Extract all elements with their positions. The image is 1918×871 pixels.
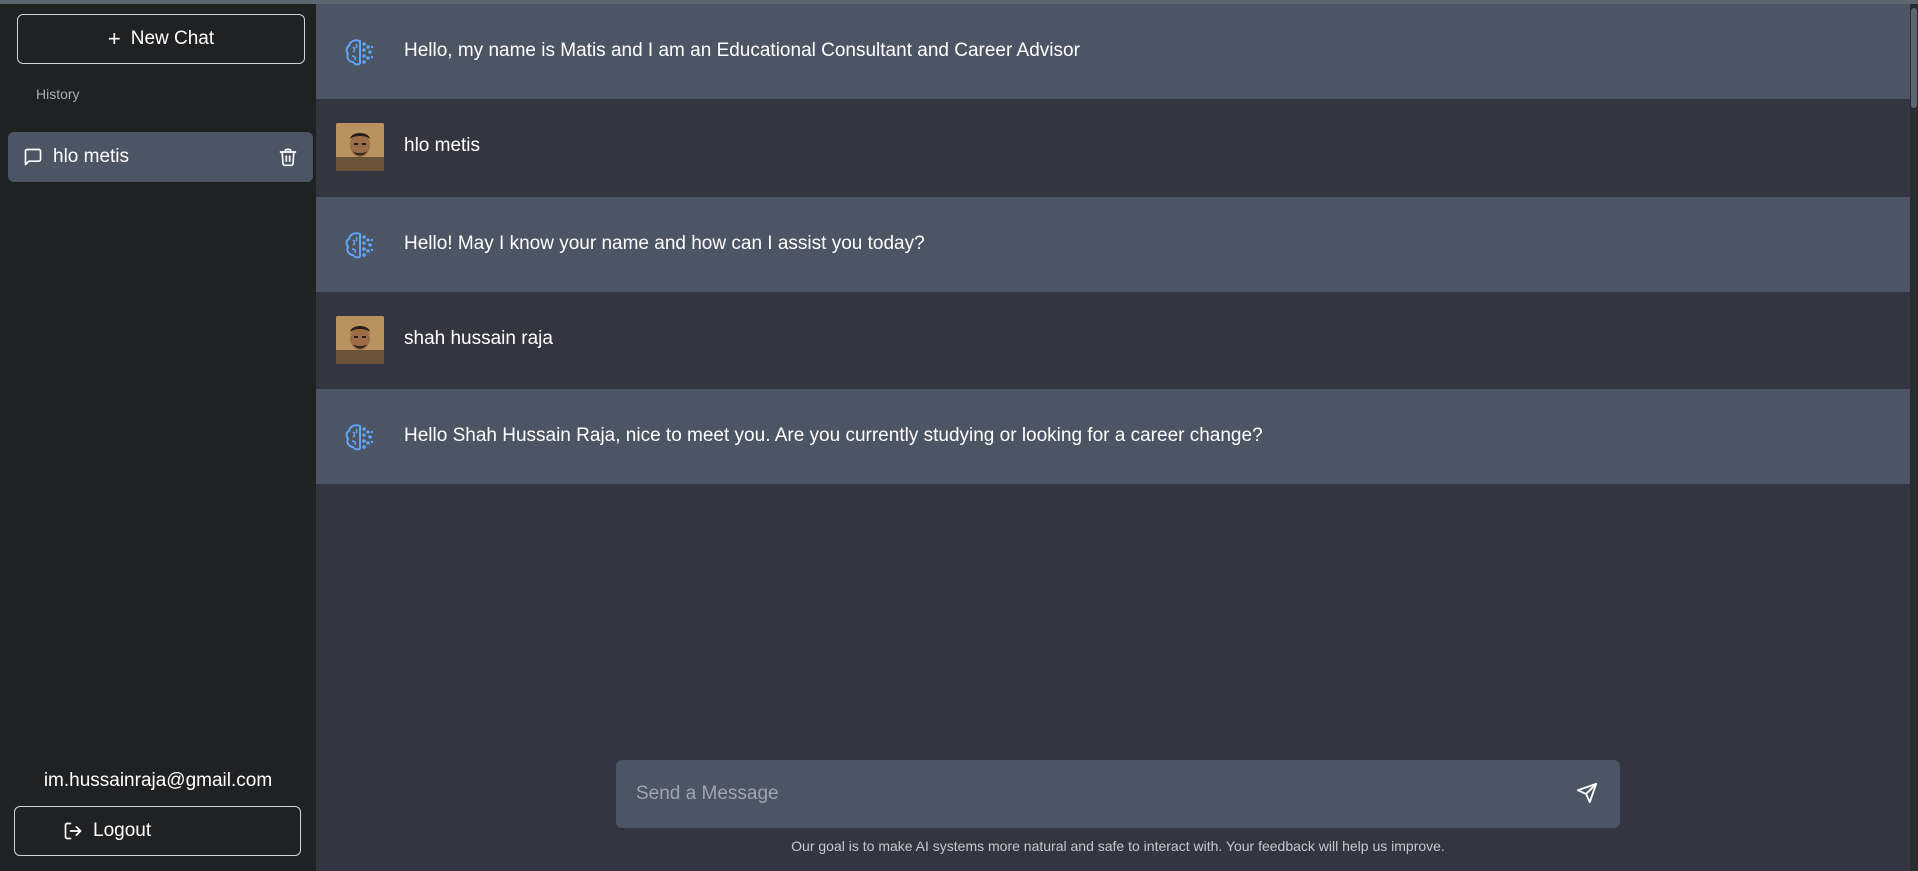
scrollbar[interactable] (1910, 4, 1918, 871)
scrollbar-thumb[interactable] (1911, 8, 1917, 108)
chat-main: Hello, my name is Matis and I am an Educ… (316, 4, 1910, 871)
logout-label: Logout (93, 820, 152, 841)
disclaimer-text: Our goal is to make AI systems more natu… (791, 838, 1445, 854)
avatar (336, 122, 384, 171)
avatar (336, 315, 384, 364)
history-item[interactable]: hlo metis (8, 132, 313, 182)
message-bot: Hello! May I know your name and how can … (316, 197, 1910, 292)
message-bot: Hello Shah Hussain Raja, nice to meet yo… (316, 389, 1910, 484)
plus-icon: + (107, 26, 121, 51)
message-composer (616, 760, 1620, 828)
new-chat-button[interactable]: + New Chat (17, 14, 305, 64)
logout-icon (63, 821, 83, 841)
message-user: hlo metis (316, 99, 1910, 194)
message-bot: Hello, my name is Matis and I am an Educ… (316, 4, 1910, 99)
new-chat-label: New Chat (130, 28, 215, 49)
brain-icon (336, 221, 384, 269)
message-text: Hello, my name is Matis and I am an Educ… (404, 40, 1080, 62)
chat-bubble-icon (23, 147, 43, 167)
logout-button[interactable]: Logout (14, 806, 301, 856)
message-user: shah hussain raja (316, 292, 1910, 387)
message-text: Hello! May I know your name and how can … (404, 233, 925, 255)
sidebar: + New Chat History hlo metis im.hussainr… (0, 4, 316, 871)
history-heading: History (36, 86, 80, 102)
history-item-label: hlo metis (53, 146, 130, 167)
brain-icon (336, 413, 384, 461)
brain-icon (336, 28, 384, 76)
user-email: im.hussainraja@gmail.com (43, 770, 273, 791)
message-text: shah hussain raja (404, 328, 553, 350)
message-input[interactable] (636, 783, 1576, 805)
message-text: hlo metis (404, 135, 481, 157)
trash-icon[interactable] (278, 147, 298, 167)
send-icon[interactable] (1576, 782, 1600, 806)
message-text: Hello Shah Hussain Raja, nice to meet yo… (404, 425, 1263, 447)
